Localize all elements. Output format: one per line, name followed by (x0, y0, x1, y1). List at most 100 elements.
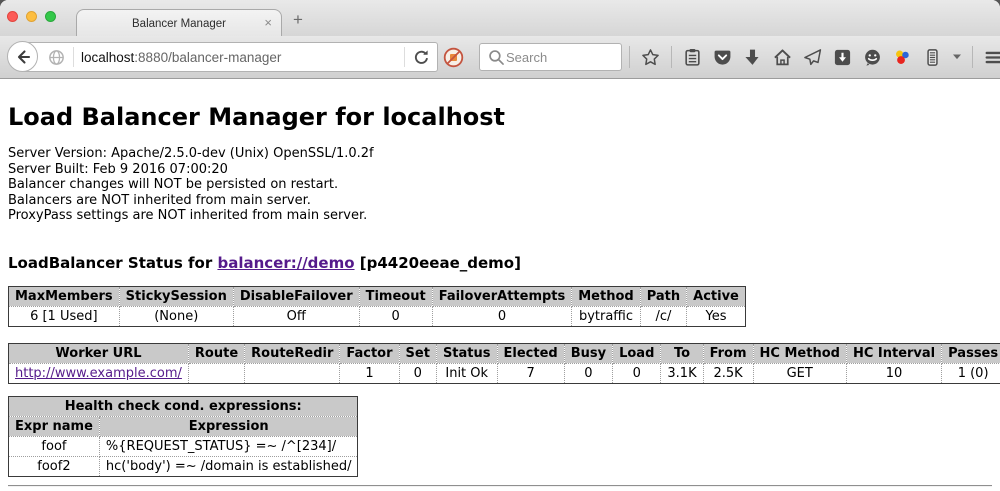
page-title: Load Balancer Manager for localhost (8, 103, 992, 131)
balancers-notice-line: Balancers are NOT inherited from main se… (8, 193, 992, 209)
heading-prefix: LoadBalancer Status for (8, 254, 217, 272)
col-busy: Busy (564, 343, 612, 363)
cell-factor: 1 (340, 363, 399, 383)
col-passes: Passes (942, 343, 1000, 363)
worker-table: Worker URL Route RouteRedir Factor Set S… (8, 343, 1000, 384)
browser-window: Balancer Manager × + localhost:8880/bala… (0, 0, 1000, 491)
cell-route (188, 363, 244, 383)
proxypass-notice-line: ProxyPass settings are NOT inherited fro… (8, 208, 992, 224)
toolbar-divider (629, 46, 630, 68)
server-version-line: Server Version: Apache/2.5.0-dev (Unix) … (8, 146, 992, 162)
cell-stickysession: (None) (119, 306, 233, 326)
back-button[interactable] (7, 41, 38, 72)
menu-hamburger-icon[interactable] (984, 48, 1000, 67)
pocket-icon[interactable] (713, 48, 732, 67)
cell-passes: 1 (0) (942, 363, 1000, 383)
reload-icon[interactable] (412, 48, 431, 67)
col-disablefailover: DisableFailover (233, 286, 359, 306)
send-plane-icon[interactable] (803, 48, 822, 67)
cell-hc-method: GET (753, 363, 846, 383)
cell-set: 0 (399, 363, 436, 383)
col-status: Status (436, 343, 497, 363)
col-route: Route (188, 343, 244, 363)
cell-status: Init Ok (436, 363, 497, 383)
download-extension-icon[interactable] (833, 48, 852, 67)
cell-maxmembers: 6 [1 Used] (9, 306, 120, 326)
cell-busy: 0 (564, 363, 612, 383)
cell-path: /c/ (640, 306, 686, 326)
back-arrow-icon (14, 48, 32, 66)
cell-elected: 7 (497, 363, 564, 383)
cell-routeredir (245, 363, 340, 383)
tab-title: Balancer Manager (132, 18, 226, 30)
col-active: Active (687, 286, 746, 306)
browser-tab[interactable]: Balancer Manager × (76, 9, 282, 37)
table-row: 6 [1 Used] (None) Off 0 0 bytraffic /c/ … (9, 306, 746, 326)
cell-expression: hc('body') =~ /domain is established/ (99, 456, 358, 476)
site-identity-globe-icon (47, 48, 66, 67)
search-input[interactable] (506, 50, 614, 65)
new-tab-button[interactable]: + (293, 11, 303, 28)
toolbar-divider (972, 46, 973, 68)
col-path: Path (640, 286, 686, 306)
cell-timeout: 0 (359, 306, 432, 326)
worker-url-link[interactable]: http://www.example.com/ (15, 366, 182, 381)
cell-from: 2.5K (703, 363, 753, 383)
table-header-row: Worker URL Route RouteRedir Factor Set S… (9, 343, 1000, 363)
server-info: Server Version: Apache/2.5.0-dev (Unix) … (8, 146, 992, 224)
cell-expression: %{REQUEST_STATUS} =~ /^[234]/ (99, 436, 358, 456)
title-bar: Balancer Manager × + (0, 0, 1000, 36)
urlbar-divider (404, 47, 405, 67)
balancer-settings-table: MaxMembers StickySession DisableFailover… (8, 286, 746, 327)
tab-close-icon[interactable]: × (264, 16, 272, 29)
home-icon[interactable] (773, 48, 792, 67)
cell-hc-interval: 10 (846, 363, 941, 383)
server-built-line: Server Built: Feb 9 2016 07:00:20 (8, 162, 992, 178)
url-path: :8880/balancer-manager (134, 50, 281, 65)
col-to: To (661, 343, 703, 363)
col-load: Load (613, 343, 661, 363)
download-arrow-icon[interactable] (743, 48, 762, 67)
toolbar-icons (629, 36, 1000, 78)
col-hc-method: HC Method (753, 343, 846, 363)
url-bar[interactable]: localhost:8880/balancer-manager (22, 42, 438, 72)
persist-notice-line: Balancer changes will NOT be persisted o… (8, 177, 992, 193)
balancer-demo-link[interactable]: balancer://demo (217, 254, 354, 272)
bookmarks-clipboard-icon[interactable] (683, 48, 702, 67)
cell-active: Yes (687, 306, 746, 326)
col-expr-name: Expr name (9, 416, 100, 436)
extension-dots-icon[interactable] (893, 48, 912, 67)
search-icon (487, 48, 506, 67)
table-title-row: Health check cond. expressions: (9, 396, 358, 416)
col-timeout: Timeout (359, 286, 432, 306)
health-check-expressions-table: Health check cond. expressions: Expr nam… (8, 396, 358, 477)
cell-failoverattempts: 0 (432, 306, 572, 326)
address-text[interactable]: localhost:8880/balancer-manager (81, 50, 397, 65)
zoom-window-button[interactable] (45, 11, 56, 22)
window-controls (7, 11, 56, 22)
col-failoverattempts: FailoverAttempts (432, 286, 572, 306)
plugin-blocked-icon[interactable] (443, 47, 464, 68)
cell-expr-name: foof (9, 436, 100, 456)
table-header-row: Expr name Expression (9, 416, 358, 436)
close-window-button[interactable] (7, 11, 18, 22)
cell-method: bytraffic (572, 306, 640, 326)
worker-row: http://www.example.com/ 1 0 Init Ok 7 0 … (9, 363, 1000, 383)
col-stickysession: StickySession (119, 286, 233, 306)
search-bar[interactable] (479, 43, 622, 71)
table-row: foof %{REQUEST_STATUS} =~ /^[234]/ (9, 436, 358, 456)
balancer-status-heading: LoadBalancer Status for balancer://demo … (8, 254, 992, 272)
cell-worker-url: http://www.example.com/ (9, 363, 189, 383)
footer-divider (8, 485, 992, 487)
feedback-smiley-icon[interactable] (863, 48, 882, 67)
minimize-window-button[interactable] (26, 11, 37, 22)
toolbar-divider (671, 46, 672, 68)
url-host: localhost (81, 50, 134, 65)
container-battery-icon[interactable] (923, 48, 942, 67)
navigation-toolbar: localhost:8880/balancer-manager (0, 36, 1000, 79)
heading-suffix: [p4420eeae_demo] (355, 254, 521, 272)
page-content: Load Balancer Manager for localhost Serv… (0, 79, 1000, 491)
col-hc-interval: HC Interval (846, 343, 941, 363)
chevron-down-icon[interactable] (953, 54, 961, 60)
bookmark-star-icon[interactable] (641, 48, 660, 67)
